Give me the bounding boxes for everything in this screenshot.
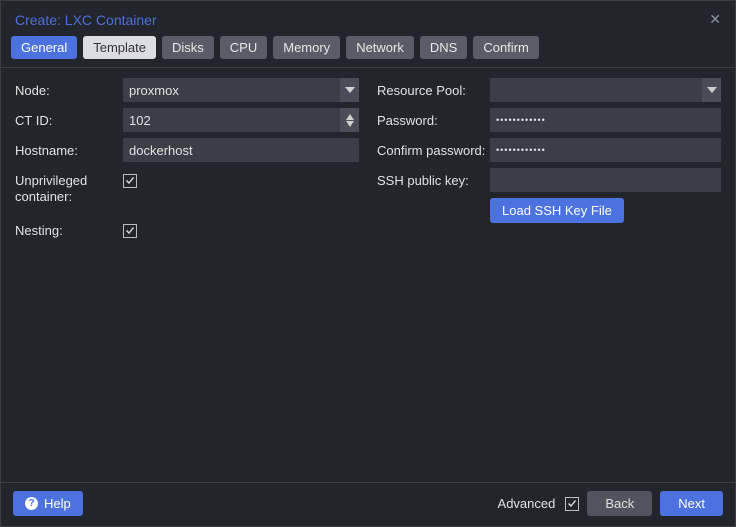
node-input[interactable] — [129, 83, 340, 98]
chevron-down-icon[interactable] — [702, 78, 721, 102]
footer: ? Help Advanced Back Next — [1, 483, 735, 526]
confirm-password-input-wrap[interactable]: •••••••••••• — [490, 138, 721, 162]
help-label: Help — [44, 496, 71, 511]
field-ssh-key: SSH public key: — [377, 168, 721, 192]
dialog-title: Create: LXC Container — [15, 12, 157, 28]
password-label: Password: — [377, 108, 490, 129]
node-label: Node: — [15, 78, 123, 99]
ssh-key-label: SSH public key: — [377, 168, 490, 189]
ssh-key-input-wrap[interactable] — [490, 168, 721, 192]
close-icon[interactable]: ✕ — [709, 11, 721, 28]
create-lxc-dialog: Create: LXC Container ✕ General Template… — [0, 0, 736, 527]
help-icon: ? — [25, 497, 38, 510]
ssh-key-input[interactable] — [496, 173, 715, 188]
hostname-input[interactable] — [129, 143, 353, 158]
tab-dns[interactable]: DNS — [420, 36, 467, 59]
left-column: Node: CT ID: — [15, 78, 359, 472]
password-mask: •••••••••••• — [496, 108, 546, 132]
titlebar: Create: LXC Container ✕ — [1, 1, 735, 36]
field-ctid: CT ID: — [15, 108, 359, 132]
confirm-password-mask: •••••••••••• — [496, 138, 546, 162]
tab-template[interactable]: Template — [83, 36, 156, 59]
unprivileged-label: Unprivileged container: — [15, 168, 123, 206]
load-ssh-key-button[interactable]: Load SSH Key File — [490, 198, 624, 223]
form-body: Node: CT ID: — [1, 67, 735, 483]
field-node: Node: — [15, 78, 359, 102]
password-input-wrap[interactable]: •••••••••••• — [490, 108, 721, 132]
pool-combo[interactable] — [490, 78, 721, 102]
pool-input[interactable] — [496, 83, 702, 98]
ctid-input[interactable] — [129, 113, 340, 128]
hostname-input-wrap[interactable] — [123, 138, 359, 162]
tab-memory[interactable]: Memory — [273, 36, 340, 59]
node-combo[interactable] — [123, 78, 359, 102]
tab-disks[interactable]: Disks — [162, 36, 214, 59]
confirm-password-label: Confirm password: — [377, 138, 490, 159]
nesting-checkbox[interactable] — [123, 224, 137, 238]
help-button[interactable]: ? Help — [13, 491, 83, 516]
ctid-spinner[interactable] — [123, 108, 359, 132]
field-hostname: Hostname: — [15, 138, 359, 162]
advanced-checkbox[interactable] — [565, 497, 579, 511]
tab-cpu[interactable]: CPU — [220, 36, 267, 59]
wizard-tabs: General Template Disks CPU Memory Networ… — [1, 36, 735, 67]
field-confirm-password: Confirm password: •••••••••••• — [377, 138, 721, 162]
tab-general[interactable]: General — [11, 36, 77, 59]
field-resource-pool: Resource Pool: — [377, 78, 721, 102]
hostname-label: Hostname: — [15, 138, 123, 159]
unprivileged-checkbox[interactable] — [123, 174, 137, 188]
right-column: Resource Pool: Password: •••••••••••• — [377, 78, 721, 472]
advanced-label: Advanced — [498, 496, 556, 511]
nesting-label: Nesting: — [15, 218, 123, 239]
ctid-label: CT ID: — [15, 108, 123, 129]
pool-label: Resource Pool: — [377, 78, 490, 99]
tab-confirm[interactable]: Confirm — [473, 36, 539, 59]
chevron-down-icon[interactable] — [340, 78, 359, 102]
next-button[interactable]: Next — [660, 491, 723, 516]
spinner-icon[interactable] — [340, 108, 359, 132]
field-nesting: Nesting: — [15, 218, 359, 239]
field-password: Password: •••••••••••• — [377, 108, 721, 132]
tab-network[interactable]: Network — [346, 36, 414, 59]
field-unprivileged: Unprivileged container: — [15, 168, 359, 206]
back-button[interactable]: Back — [587, 491, 652, 516]
